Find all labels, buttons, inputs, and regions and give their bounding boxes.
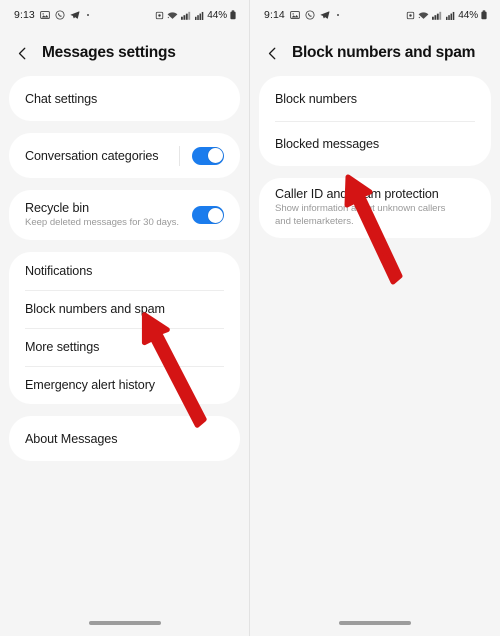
battery-percentage: 44% xyxy=(458,9,478,21)
settings-row-about-messages[interactable]: About Messages xyxy=(9,416,240,461)
dot-icon xyxy=(336,13,340,17)
phone-screen-block-numbers-and-spam: 9:14 44% Block numbers and spam Block nu… xyxy=(250,0,500,636)
alarm-icon xyxy=(155,11,164,20)
battery-percentage: 44% xyxy=(207,9,227,21)
settings-group-conversation-categories: Conversation categories xyxy=(9,133,240,178)
row-text: Notifications xyxy=(25,255,92,287)
row-label: About Messages xyxy=(25,431,118,446)
telegram-icon xyxy=(70,10,80,20)
settings-row-caller-id-and-spam-protection[interactable]: Caller ID and spam protection Show infor… xyxy=(259,178,491,238)
signal-bars-icon xyxy=(446,11,455,20)
settings-row-recycle-bin[interactable]: Recycle bin Keep deleted messages for 30… xyxy=(9,190,240,240)
toggle-recycle-bin[interactable] xyxy=(192,206,224,224)
wifi-icon xyxy=(418,11,429,20)
chevron-left-icon[interactable] xyxy=(264,45,281,62)
settings-list: Block numbers Blocked messages Caller ID… xyxy=(250,76,500,238)
app-bar: Block numbers and spam xyxy=(250,30,500,76)
toggle-wrap xyxy=(179,145,224,166)
row-text: Conversation categories xyxy=(25,140,159,172)
signal-icon xyxy=(181,11,192,20)
signal-icon xyxy=(432,11,443,20)
battery-icon xyxy=(230,10,236,20)
row-sublabel: Show information about unknown callers a… xyxy=(275,203,446,227)
settings-group-notifications: Notifications Block numbers and spam Mor… xyxy=(9,252,240,404)
row-label: Conversation categories xyxy=(25,148,159,163)
toggle-wrap xyxy=(192,206,224,224)
row-text: More settings xyxy=(25,331,99,363)
settings-row-emergency-alert-history[interactable]: Emergency alert history xyxy=(9,366,240,404)
row-text: Blocked messages xyxy=(275,128,379,160)
settings-row-more-settings[interactable]: More settings xyxy=(9,328,240,366)
row-label: Emergency alert history xyxy=(25,378,155,392)
row-label: Recycle bin xyxy=(25,200,89,215)
settings-row-notifications[interactable]: Notifications xyxy=(9,252,240,290)
settings-group-block: Block numbers Blocked messages xyxy=(259,76,491,166)
settings-row-block-numbers[interactable]: Block numbers xyxy=(259,76,491,121)
row-text: Block numbers xyxy=(275,83,357,115)
app-bar: Messages settings xyxy=(0,30,249,76)
status-bar-right: 44% xyxy=(406,10,487,21)
toggle-conversation-categories[interactable] xyxy=(192,146,224,165)
row-label: Blocked messages xyxy=(275,136,380,151)
status-bar: 9:14 44% xyxy=(250,0,500,30)
row-label: Block numbers and spam xyxy=(25,302,165,316)
row-text: About Messages xyxy=(25,423,118,455)
status-bar-clock: 9:14 xyxy=(264,9,285,21)
row-text: Caller ID and spam protection Show infor… xyxy=(275,178,455,238)
row-text: Emergency alert history xyxy=(25,369,155,401)
telegram-icon xyxy=(320,10,330,20)
settings-group-caller-id: Caller ID and spam protection Show infor… xyxy=(259,178,491,238)
status-bar-clock: 9:13 xyxy=(14,9,35,21)
phone-screen-messages-settings: 9:13 44% Messages settings Chat settings… xyxy=(0,0,250,636)
gallery-icon xyxy=(290,10,300,20)
row-text: Chat settings xyxy=(25,83,97,115)
row-label: Notifications xyxy=(25,264,93,278)
settings-group-chat: Chat settings xyxy=(9,76,240,121)
dot-icon xyxy=(86,13,90,17)
settings-row-block-numbers-and-spam[interactable]: Block numbers and spam xyxy=(9,290,240,328)
page-title: Messages settings xyxy=(42,44,176,61)
settings-list: Chat settings Conversation categories Re… xyxy=(0,76,249,461)
home-gesture-pill[interactable] xyxy=(88,621,161,625)
toggle-divider xyxy=(179,145,180,166)
signal-bars-icon xyxy=(195,11,204,20)
settings-row-chat-settings[interactable]: Chat settings xyxy=(9,76,240,121)
row-text: Block numbers and spam xyxy=(25,293,165,325)
screenshot-pair: 9:13 44% Messages settings Chat settings… xyxy=(0,0,500,636)
wifi-icon xyxy=(167,11,178,20)
toggle-knob xyxy=(207,148,223,163)
chevron-left-icon[interactable] xyxy=(14,45,31,62)
status-bar-left: 9:14 xyxy=(264,9,340,21)
row-label: Caller ID and spam protection xyxy=(275,187,439,201)
row-text: Recycle bin Keep deleted messages for 30… xyxy=(25,192,179,239)
row-label: Block numbers xyxy=(275,91,357,106)
alarm-icon xyxy=(406,11,415,20)
settings-group-about: About Messages xyxy=(9,416,240,461)
row-label: Chat settings xyxy=(25,91,98,106)
settings-row-conversation-categories[interactable]: Conversation categories xyxy=(9,133,240,178)
settings-row-blocked-messages[interactable]: Blocked messages xyxy=(259,121,491,166)
home-gesture-pill[interactable] xyxy=(339,621,411,625)
navigation-bar xyxy=(0,610,249,636)
gallery-icon xyxy=(40,10,50,20)
page-title: Block numbers and spam xyxy=(292,44,476,61)
status-bar-right: 44% xyxy=(155,10,236,21)
whatsapp-icon xyxy=(55,10,65,20)
toggle-knob xyxy=(207,207,223,223)
status-bar: 9:13 44% xyxy=(0,0,249,30)
row-label: More settings xyxy=(25,340,100,354)
whatsapp-icon xyxy=(305,10,315,20)
row-sublabel: Keep deleted messages for 30 days. xyxy=(25,216,180,228)
settings-group-recycle-bin: Recycle bin Keep deleted messages for 30… xyxy=(9,190,240,240)
status-bar-left: 9:13 xyxy=(14,9,90,21)
navigation-bar xyxy=(250,610,500,636)
battery-icon xyxy=(481,10,487,20)
